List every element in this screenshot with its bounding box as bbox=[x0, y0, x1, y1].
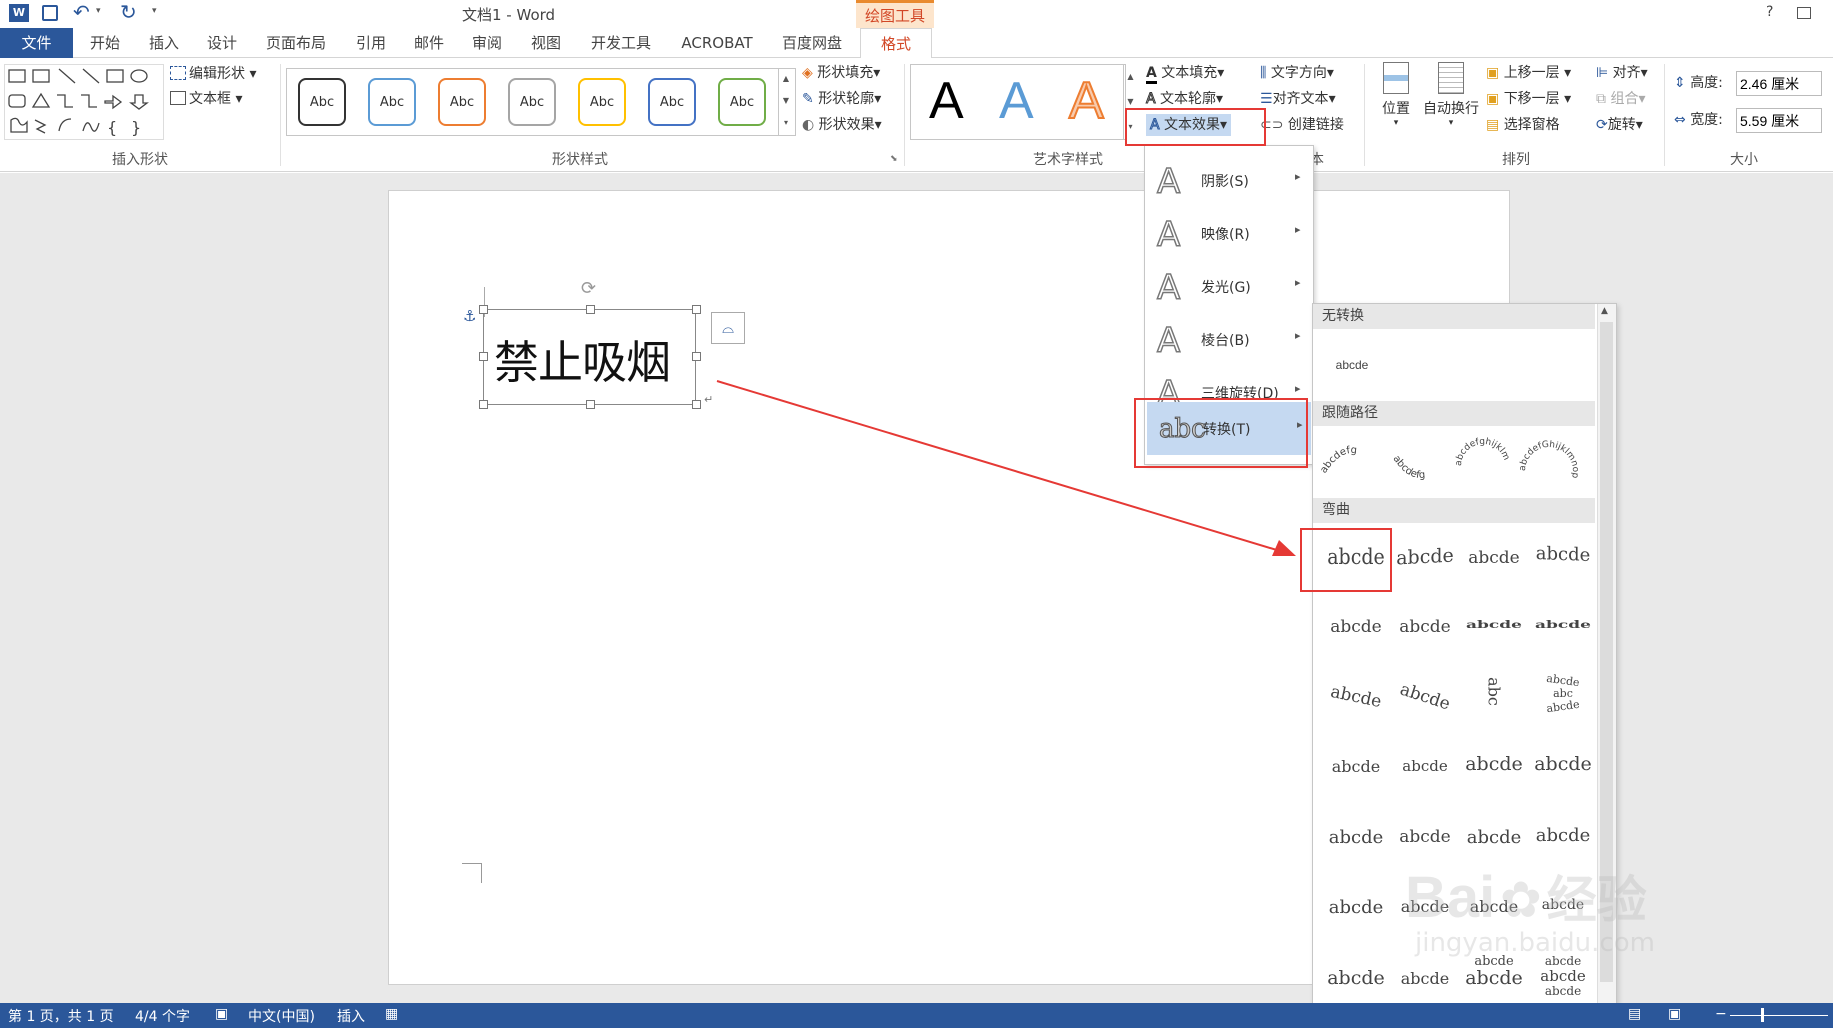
warp-option[interactable]: abcde bbox=[1528, 619, 1598, 631]
follow-path-header: 跟随路径 bbox=[1313, 401, 1595, 426]
word-count[interactable]: 4/4 个字 bbox=[135, 1006, 190, 1026]
language[interactable]: 中文(中国) bbox=[248, 1006, 315, 1026]
warp-option[interactable]: abcde bbox=[1528, 543, 1598, 566]
bevel-icon: A bbox=[1156, 320, 1181, 362]
warp-option[interactable]: abcde bbox=[1390, 757, 1460, 775]
warp-option[interactable]: abcde bbox=[1390, 969, 1460, 988]
warp-option[interactable]: abcde bbox=[1459, 753, 1529, 775]
warp-option[interactable]: abcde bbox=[1459, 827, 1529, 848]
warp-option[interactable]: abcde bbox=[1390, 544, 1460, 570]
warp-option[interactable]: abcde bbox=[1320, 680, 1393, 714]
warp-option[interactable]: abcde abcde abcde bbox=[1528, 954, 1598, 999]
warp-option[interactable]: abcde bbox=[1528, 825, 1598, 846]
macro-icon[interactable]: ▦ bbox=[385, 1006, 398, 1022]
paw-icon: ✿ bbox=[1500, 871, 1542, 929]
no-transform-header: 无转换 bbox=[1313, 304, 1595, 329]
print-layout-icon[interactable]: ▣ bbox=[1668, 1006, 1681, 1022]
warp-option[interactable]: abcde bbox=[1321, 617, 1391, 637]
warp-option[interactable]: abcde bbox=[1321, 897, 1391, 918]
submenu-arrow-icon: ▸ bbox=[1295, 329, 1301, 342]
follow-path-option[interactable]: abcdefg bbox=[1318, 445, 1357, 476]
warp-option[interactable]: abcde bbox=[1321, 757, 1391, 776]
shadow-icon: A bbox=[1156, 161, 1181, 203]
read-mode-icon[interactable]: ▤ bbox=[1628, 1006, 1641, 1022]
warp-option[interactable]: abc bbox=[1485, 657, 1504, 727]
submenu-arrow-icon: ▸ bbox=[1295, 276, 1301, 289]
no-transform-option[interactable]: abcde bbox=[1317, 358, 1387, 372]
follow-path-option[interactable]: abcdefGhijklmnop bbox=[1518, 440, 1580, 479]
page-count[interactable]: 第 1 页，共 1 页 bbox=[8, 1006, 114, 1026]
follow-path-option[interactable]: abcdefg bbox=[1391, 454, 1426, 482]
highlight-transform bbox=[1134, 398, 1308, 468]
warp-option[interactable]: abcde bbox=[1321, 967, 1391, 989]
warp-option[interactable]: abcde bbox=[1389, 677, 1462, 718]
baidu-watermark-brand: Bai bbox=[1405, 865, 1496, 930]
submenu-arrow-icon: ▸ bbox=[1295, 223, 1301, 236]
submenu-arrow-icon: ▸ bbox=[1295, 170, 1301, 183]
warp-option[interactable]: abcde bbox=[1321, 827, 1391, 848]
warp-option[interactable]: abcde abcde bbox=[1459, 954, 1529, 988]
menu-item-glow[interactable]: A 发光(G) ▸ bbox=[1145, 260, 1313, 313]
zoom-slider-thumb[interactable] bbox=[1761, 1008, 1764, 1022]
follow-path-options: abcdefg abcdefg abcdefghijklm abcdefGhij… bbox=[1318, 437, 1580, 482]
warp-option[interactable]: abcde bbox=[1390, 827, 1460, 847]
svg-text:abcdefghijklm: abcdefghijklm bbox=[1454, 437, 1511, 467]
svg-text:abcdefGhijklmnop: abcdefGhijklmnop bbox=[1518, 440, 1580, 479]
warp-option[interactable]: abcde bbox=[1390, 617, 1460, 637]
zoom-slider[interactable] bbox=[1730, 1015, 1828, 1016]
proofing-icon[interactable]: ▣ bbox=[215, 1006, 228, 1022]
highlight-warp-option bbox=[1300, 528, 1392, 592]
svg-text:abcdefg: abcdefg bbox=[1318, 445, 1357, 476]
follow-path-option[interactable]: abcdefghijklm bbox=[1454, 437, 1511, 467]
baidu-watermark: Bai ✿ 经验 jingyan.baidu.com bbox=[1405, 860, 1655, 958]
glow-icon: A bbox=[1156, 267, 1181, 309]
warp-option[interactable]: abcde abc abcde bbox=[1528, 672, 1598, 716]
warp-header: 弯曲 bbox=[1313, 498, 1595, 523]
menu-item-bevel[interactable]: A 棱台(B) ▸ bbox=[1145, 313, 1313, 366]
highlight-text-effects bbox=[1125, 108, 1266, 146]
menu-item-reflection[interactable]: A 映像(R) ▸ bbox=[1145, 207, 1313, 260]
zoom-out-icon[interactable]: − bbox=[1715, 1006, 1727, 1022]
menu-item-shadow[interactable]: A 阴影(S) ▸ bbox=[1145, 154, 1313, 207]
warp-option[interactable]: abcde bbox=[1528, 753, 1598, 775]
svg-text:abcdefg: abcdefg bbox=[1391, 454, 1426, 482]
insert-mode[interactable]: 插入 bbox=[337, 1006, 365, 1026]
status-bar: 第 1 页，共 1 页 4/4 个字 ▣ 中文(中国) 插入 ▦ ▤ ▣ − bbox=[0, 1003, 1833, 1028]
submenu-arrow-icon: ▸ bbox=[1295, 382, 1301, 395]
reflection-icon: A bbox=[1156, 214, 1181, 256]
scroll-up-icon[interactable]: ▲ bbox=[1601, 306, 1608, 316]
warp-option[interactable]: abcde bbox=[1459, 548, 1529, 568]
baidu-watermark-brand-2: 经验 bbox=[1546, 871, 1647, 929]
baidu-watermark-url: jingyan.baidu.com bbox=[1415, 928, 1655, 958]
warp-option[interactable]: abcde bbox=[1459, 619, 1529, 631]
